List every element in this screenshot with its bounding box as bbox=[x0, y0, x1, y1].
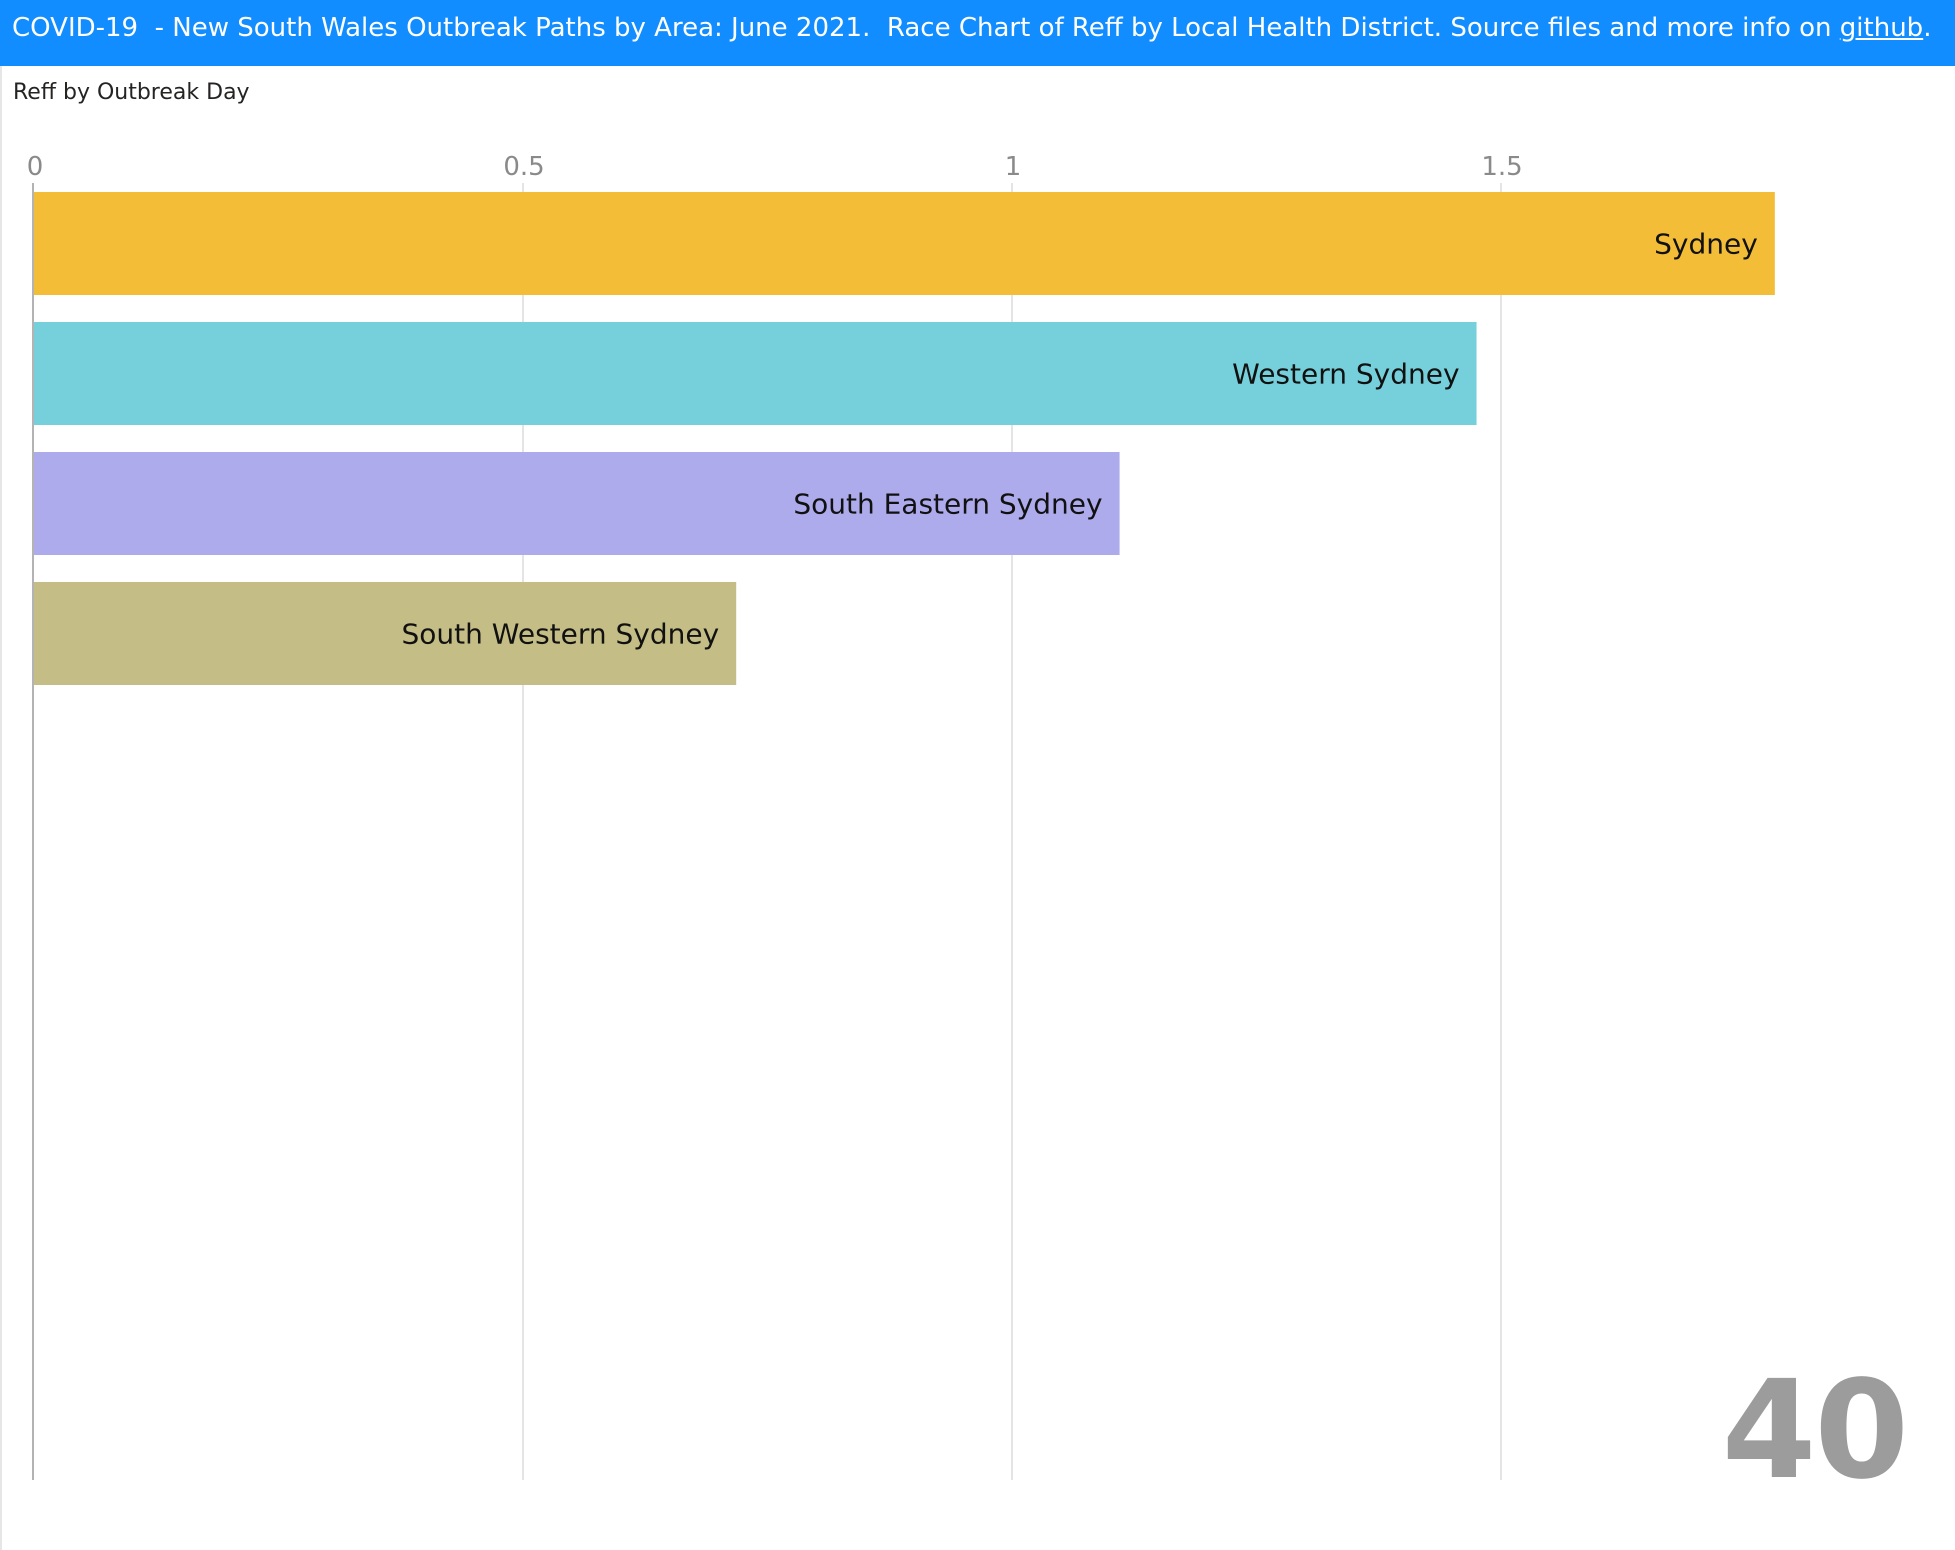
x-tick-label: 1 bbox=[1005, 152, 1022, 182]
bar-label: Western Sydney bbox=[1232, 358, 1459, 391]
bar-chart: 0 0.5 1 1.5 Sydney Western Sydney South Easter… bbox=[27, 152, 1775, 1480]
bar-label: South Eastern Sydney bbox=[793, 488, 1102, 521]
x-tick-label: 0 bbox=[27, 152, 44, 182]
x-tick-label: 1.5 bbox=[1481, 152, 1522, 182]
bar-label: South Western Sydney bbox=[402, 618, 720, 651]
bar-label: Sydney bbox=[1654, 228, 1758, 261]
x-tick-label: 0.5 bbox=[503, 152, 544, 182]
period-label: 40 bbox=[1721, 1352, 1909, 1510]
bar bbox=[34, 192, 1775, 295]
